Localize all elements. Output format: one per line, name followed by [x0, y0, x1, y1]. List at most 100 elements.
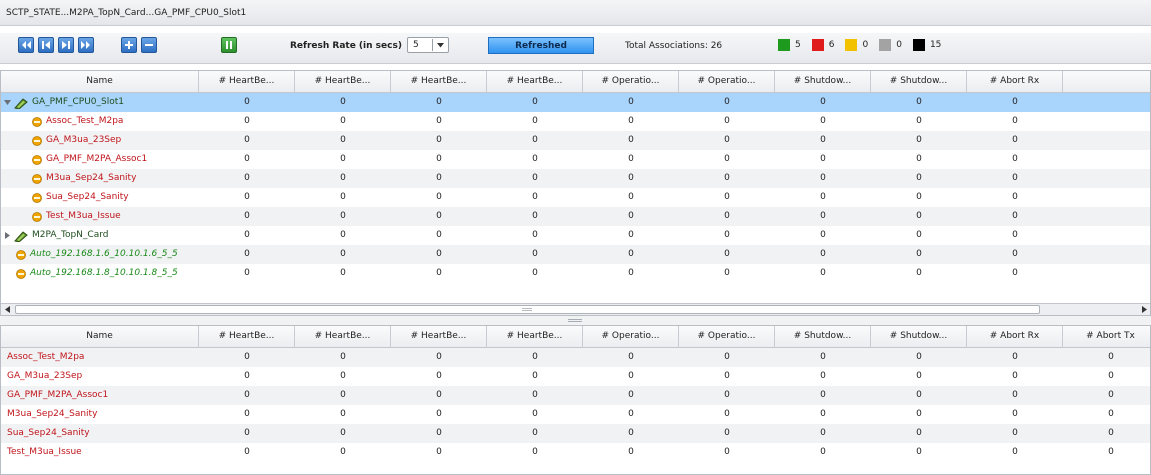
expanded-arrow-icon[interactable] [3, 99, 12, 106]
row-value-cell: 0 [820, 192, 826, 202]
table-body: GA_PMF_CPU0_Slot1 0 0 0 0 0 0 0 0 0 Assoc_Test_M2p… [1, 93, 1150, 283]
row-name-cell[interactable]: Test_M3ua_Issue [1, 443, 199, 462]
breadcrumb[interactable]: SCTP_STATE...M2PA_TopN_Card...GA_PMF_CPU… [6, 8, 246, 18]
column-header[interactable]: # HeartBe... [295, 326, 391, 348]
column-header[interactable]: # HeartBe... [487, 326, 583, 348]
scrollbar-thumb[interactable] [15, 305, 1040, 314]
table-row[interactable]: Sua_Sep24_Sanity 0 0 0 0 0 0 0 0 0 [1, 188, 1150, 207]
row-value-cell: 0 [340, 116, 346, 126]
column-header-name[interactable]: Name [1, 326, 199, 348]
row-value-cell: 0 [820, 371, 826, 381]
association-icon [31, 116, 43, 127]
collapse-all-button[interactable] [141, 37, 157, 53]
row-value-cell: 0 [244, 352, 250, 362]
row-name-cell[interactable]: GA_M3ua_23Sep [1, 131, 199, 150]
refresh-rate-select[interactable]: 5 [407, 37, 449, 53]
scroll-right-icon[interactable] [1138, 304, 1150, 315]
row-value-cell: 0 [340, 268, 346, 278]
row-value-cell: 0 [340, 428, 346, 438]
scroll-left-icon[interactable] [1, 304, 13, 315]
table-header: Name # HeartBe... # HeartBe... # HeartBe...… [1, 326, 1150, 348]
next-page-button[interactable] [58, 37, 74, 53]
column-header[interactable]: # HeartBe... [391, 71, 487, 93]
table-row[interactable]: Test_M3ua_Issue 0 0 0 0 0 0 0 0 0 0 [1, 443, 1150, 462]
column-header[interactable]: # HeartBe... [487, 71, 583, 93]
row-name-cell[interactable]: Auto_192.168.1.8_10.10.1.8_5_5 [1, 264, 199, 283]
row-value-cell: 0 [532, 192, 538, 202]
table-row[interactable]: GA_M3ua_23Sep 0 0 0 0 0 0 0 0 0 0 [1, 367, 1150, 386]
row-value-cell: 0 [532, 211, 538, 221]
column-header[interactable]: # HeartBe... [391, 326, 487, 348]
table-row[interactable]: GA_M3ua_23Sep 0 0 0 0 0 0 0 0 0 [1, 131, 1150, 150]
column-header[interactable]: # Operatio... [679, 71, 775, 93]
row-name-cell[interactable]: GA_M3ua_23Sep [1, 367, 199, 386]
table-row[interactable]: GA_PMF_M2PA_Assoc1 0 0 0 0 0 0 0 0 0 [1, 150, 1150, 169]
row-name-cell[interactable]: GA_PMF_CPU0_Slot1 [1, 93, 199, 112]
column-header[interactable]: # Abort Rx [967, 326, 1063, 348]
column-header[interactable]: # Shutdow... [871, 71, 967, 93]
table-row[interactable]: M3ua_Sep24_Sanity 0 0 0 0 0 0 0 0 0 0 [1, 405, 1150, 424]
refreshed-button[interactable]: Refreshed [488, 37, 594, 54]
row-name-cell[interactable]: Sua_Sep24_Sanity [1, 188, 199, 207]
first-page-button[interactable] [18, 37, 34, 53]
row-value-cell: 0 [1108, 428, 1114, 438]
table-header: Name # HeartBe... # HeartBe... # HeartBe...… [1, 71, 1150, 93]
row-name-cell[interactable]: Assoc_Test_M2pa [1, 348, 199, 367]
row-value-cell: 0 [436, 268, 442, 278]
next-page-icon [62, 41, 70, 49]
row-value-cell: 0 [436, 230, 442, 240]
pause-button[interactable] [221, 37, 237, 53]
table-row[interactable]: Auto_192.168.1.8_10.10.1.8_5_5 0 0 0 0 0 0 0 0 0 [1, 264, 1150, 283]
column-header[interactable]: # Shutdow... [775, 71, 871, 93]
column-header[interactable]: # Operatio... [679, 326, 775, 348]
column-header[interactable]: # Abort Rx [967, 71, 1063, 93]
row-value-cell: 0 [340, 192, 346, 202]
splitter-grip-icon [568, 319, 582, 322]
table-row[interactable]: Test_M3ua_Issue 0 0 0 0 0 0 0 0 0 [1, 207, 1150, 226]
column-header[interactable]: # Shutdow... [871, 326, 967, 348]
column-header[interactable]: # HeartBe... [295, 71, 391, 93]
table-row[interactable]: Auto_192.168.1.6_10.10.1.6_5_5 0 0 0 0 0 0 0 0 0 [1, 245, 1150, 264]
table-row[interactable]: M2PA_TopN_Card 0 0 0 0 0 0 0 0 0 [1, 226, 1150, 245]
legend-count: 6 [828, 40, 835, 50]
table-row[interactable]: Assoc_Test_M2pa 0 0 0 0 0 0 0 0 0 [1, 112, 1150, 131]
row-name-cell[interactable]: Test_M3ua_Issue [1, 207, 199, 226]
row-name-cell[interactable]: Assoc_Test_M2pa [1, 112, 199, 131]
row-value-cell: 0 [724, 447, 730, 457]
column-header[interactable]: # Shutdow... [775, 326, 871, 348]
row-value-cell: 0 [436, 173, 442, 183]
expand-all-button[interactable] [121, 37, 137, 53]
column-header[interactable]: # Operatio... [583, 326, 679, 348]
row-name-content: GA_PMF_M2PA_Assoc1 [1, 150, 199, 169]
previous-page-button[interactable] [38, 37, 54, 53]
column-header[interactable]: # Abort Tx [1063, 326, 1150, 348]
row-name-cell[interactable]: M2PA_TopN_Card [1, 226, 199, 245]
row-value-cell: 0 [628, 230, 634, 240]
table-row[interactable]: Sua_Sep24_Sanity 0 0 0 0 0 0 0 0 0 0 [1, 424, 1150, 443]
row-value-cell: 0 [916, 409, 922, 419]
table-row[interactable]: GA_PMF_CPU0_Slot1 0 0 0 0 0 0 0 0 0 [1, 93, 1150, 112]
pane-splitter[interactable] [0, 316, 1151, 325]
last-page-button[interactable] [78, 37, 94, 53]
table-row[interactable]: GA_PMF_M2PA_Assoc1 0 0 0 0 0 0 0 0 0 0 [1, 386, 1150, 405]
column-header[interactable]: # Operatio... [583, 71, 679, 93]
legend-swatch [879, 39, 892, 51]
row-value-cell: 0 [1012, 173, 1018, 183]
row-name-cell[interactable]: GA_PMF_M2PA_Assoc1 [1, 386, 199, 405]
column-header[interactable]: # HeartBe... [199, 71, 295, 93]
association-icon [31, 211, 43, 222]
row-name-cell[interactable]: M3ua_Sep24_Sanity [1, 169, 199, 188]
column-header-name[interactable]: Name [1, 71, 199, 93]
collapsed-arrow-icon[interactable] [3, 232, 12, 239]
row-name-cell[interactable]: M3ua_Sep24_Sanity [1, 405, 199, 424]
horizontal-scrollbar[interactable] [1, 303, 1150, 315]
table-row[interactable]: M3ua_Sep24_Sanity 0 0 0 0 0 0 0 0 0 [1, 169, 1150, 188]
column-header[interactable]: # HeartBe... [199, 326, 295, 348]
row-value-cell: 0 [628, 352, 634, 362]
table-row[interactable]: Assoc_Test_M2pa 0 0 0 0 0 0 0 0 0 0 [1, 348, 1150, 367]
row-name-cell[interactable]: Sua_Sep24_Sanity [1, 424, 199, 443]
legend-item: 0 [879, 39, 902, 51]
row-name-cell[interactable]: GA_PMF_M2PA_Assoc1 [1, 150, 199, 169]
association-icon [31, 173, 43, 184]
row-name-cell[interactable]: Auto_192.168.1.6_10.10.1.6_5_5 [1, 245, 199, 264]
